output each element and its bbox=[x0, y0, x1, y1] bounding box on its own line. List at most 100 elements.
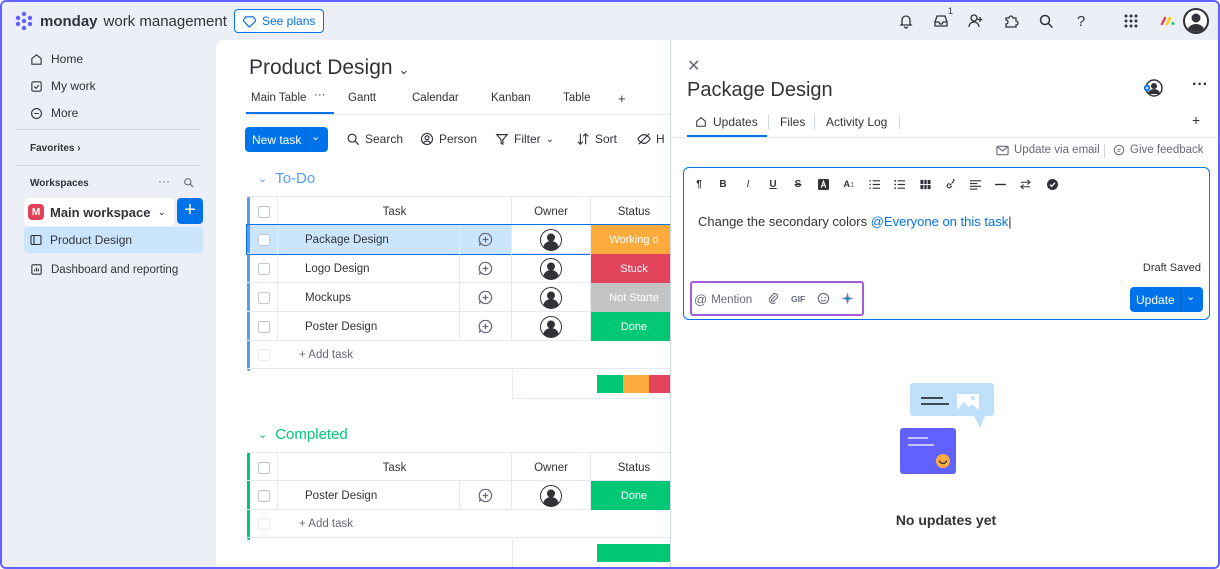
table-icon[interactable] bbox=[918, 177, 932, 191]
font-size-icon[interactable]: A↕ bbox=[842, 177, 856, 191]
close-icon[interactable]: ✕ bbox=[687, 56, 700, 76]
see-plans-button[interactable]: See plans bbox=[234, 9, 325, 33]
status-cell[interactable]: Stuck bbox=[591, 254, 670, 283]
tab-table[interactable]: Table bbox=[563, 92, 591, 104]
status-summary-bar[interactable] bbox=[597, 544, 670, 562]
add-update-cell[interactable] bbox=[460, 254, 512, 283]
mention-button[interactable]: @ Mention bbox=[694, 292, 752, 307]
add-tab-button[interactable]: + bbox=[1192, 112, 1200, 128]
help-icon[interactable]: ? bbox=[1072, 12, 1090, 30]
emoji-icon[interactable] bbox=[817, 292, 830, 305]
owner-cell[interactable] bbox=[512, 254, 591, 283]
numbered-list-icon[interactable] bbox=[867, 177, 881, 191]
add-update-cell[interactable] bbox=[460, 283, 512, 312]
group-header-todo[interactable]: ⌄ To-Do bbox=[258, 170, 315, 187]
task-name-cell[interactable]: Poster Design bbox=[278, 481, 460, 510]
add-task-row[interactable]: + Add task bbox=[247, 341, 670, 369]
table-row[interactable]: Mockups Not Starte bbox=[247, 283, 670, 312]
update-editor[interactable]: ¶ B I U S A↕ Change the secondary colors… bbox=[683, 167, 1210, 320]
row-checkbox[interactable] bbox=[257, 291, 270, 304]
sort-tool[interactable]: Sort bbox=[576, 132, 617, 146]
sidebar-item-my-work[interactable]: My work bbox=[30, 79, 96, 93]
sidebar-item-dashboard[interactable]: Dashboard and reporting bbox=[30, 263, 178, 276]
task-name-cell[interactable]: Logo Design bbox=[278, 254, 460, 283]
checklist-icon[interactable] bbox=[1045, 177, 1059, 191]
add-update-cell[interactable] bbox=[460, 225, 512, 254]
strikethrough-icon[interactable]: S bbox=[791, 177, 805, 191]
update-button[interactable]: Update ⌄ bbox=[1130, 287, 1203, 312]
table-row[interactable]: Package Design Working o bbox=[246, 224, 670, 255]
owner-cell[interactable] bbox=[512, 283, 591, 312]
search-tool[interactable]: Search bbox=[346, 132, 403, 146]
row-checkbox[interactable] bbox=[257, 320, 270, 333]
link-icon[interactable] bbox=[943, 177, 957, 191]
chevron-down-icon[interactable]: ⌄ bbox=[311, 130, 320, 143]
tab-updates[interactable]: Updates bbox=[695, 115, 758, 129]
item-title[interactable]: Package Design bbox=[687, 79, 833, 102]
italic-icon[interactable]: I bbox=[741, 177, 755, 191]
owner-cell[interactable] bbox=[512, 225, 591, 254]
hide-tool[interactable]: H bbox=[637, 132, 665, 146]
status-cell[interactable]: Done bbox=[591, 312, 670, 341]
tab-options-icon[interactable]: ··· bbox=[314, 89, 326, 101]
subscribers-avatar[interactable] bbox=[1143, 79, 1163, 99]
owner-cell[interactable] bbox=[512, 312, 591, 341]
workspace-selector[interactable]: M Main workspace ⌄ bbox=[24, 198, 174, 226]
add-task-row[interactable]: + Add task bbox=[247, 510, 670, 538]
tab-activity-log[interactable]: Activity Log bbox=[826, 115, 887, 129]
task-column-header[interactable]: Task bbox=[278, 197, 512, 226]
underline-icon[interactable]: U bbox=[766, 177, 780, 191]
tab-kanban[interactable]: Kanban bbox=[491, 92, 531, 104]
owner-column-header[interactable]: Owner bbox=[512, 453, 591, 482]
status-cell[interactable]: Not Starte bbox=[591, 283, 670, 312]
add-update-cell[interactable] bbox=[460, 481, 512, 510]
sidebar-item-product-design[interactable]: Product Design bbox=[24, 227, 203, 253]
panel-more-icon[interactable]: ··· bbox=[1192, 76, 1208, 94]
update-via-email-link[interactable]: Update via email bbox=[996, 144, 1100, 156]
give-feedback-link[interactable]: Give feedback bbox=[1113, 144, 1204, 156]
user-avatar[interactable] bbox=[1183, 8, 1209, 34]
select-all-checkbox[interactable] bbox=[257, 205, 270, 218]
workspace-search-icon[interactable] bbox=[183, 177, 194, 188]
app-grid-icon[interactable] bbox=[1122, 12, 1140, 30]
owner-column-header[interactable]: Owner bbox=[512, 197, 591, 226]
group-header-completed[interactable]: ⌄ Completed bbox=[258, 426, 348, 443]
owner-cell[interactable] bbox=[512, 481, 591, 510]
text-direction-icon[interactable] bbox=[1018, 177, 1032, 191]
mention-tag[interactable]: @Everyone on this task bbox=[871, 214, 1008, 229]
editor-content[interactable]: Change the secondary colors @Everyone on… bbox=[698, 214, 1012, 229]
search-icon[interactable] bbox=[1037, 12, 1055, 30]
status-summary-bar[interactable] bbox=[597, 375, 670, 393]
divider-line-icon[interactable] bbox=[993, 177, 1007, 191]
ai-sparkle-icon[interactable] bbox=[841, 292, 854, 305]
status-column-header[interactable]: Status bbox=[591, 453, 670, 482]
chevron-down-icon[interactable]: ⌄ bbox=[1186, 290, 1195, 303]
add-view-button[interactable]: + bbox=[618, 91, 626, 106]
add-task-link[interactable]: + Add task bbox=[299, 510, 599, 538]
tab-files[interactable]: Files bbox=[780, 115, 805, 129]
status-column-header[interactable]: Status bbox=[591, 197, 670, 226]
text-color-icon[interactable] bbox=[816, 177, 830, 191]
tab-main-table[interactable]: Main Table bbox=[251, 92, 306, 104]
task-name-cell[interactable]: Package Design bbox=[278, 225, 460, 254]
table-row[interactable]: Poster Design Done bbox=[247, 312, 670, 341]
apps-puzzle-icon[interactable] bbox=[1002, 12, 1020, 30]
gif-button[interactable]: GIF bbox=[791, 294, 805, 304]
table-row[interactable]: Poster Design Done bbox=[247, 481, 670, 510]
add-task-link[interactable]: + Add task bbox=[299, 341, 599, 369]
table-row[interactable]: Logo Design Stuck bbox=[247, 254, 670, 283]
filter-tool[interactable]: Filter ⌄ bbox=[495, 132, 554, 146]
brand-logo[interactable]: monday work management bbox=[14, 11, 227, 31]
bold-icon[interactable]: B bbox=[716, 177, 730, 191]
attach-icon[interactable] bbox=[767, 292, 780, 305]
workspaces-more-icon[interactable]: ··· bbox=[158, 174, 170, 188]
task-name-cell[interactable]: Poster Design bbox=[278, 312, 460, 341]
bullet-list-icon[interactable] bbox=[892, 177, 906, 191]
bell-icon[interactable] bbox=[897, 12, 915, 30]
row-checkbox[interactable] bbox=[257, 489, 270, 502]
status-cell[interactable]: Working o bbox=[591, 225, 670, 254]
row-checkbox[interactable] bbox=[257, 262, 270, 275]
board-title[interactable]: Product Design ⌄ bbox=[249, 56, 409, 80]
task-name-cell[interactable]: Mockups bbox=[278, 283, 460, 312]
new-task-button[interactable]: New task ⌄ bbox=[245, 127, 328, 152]
